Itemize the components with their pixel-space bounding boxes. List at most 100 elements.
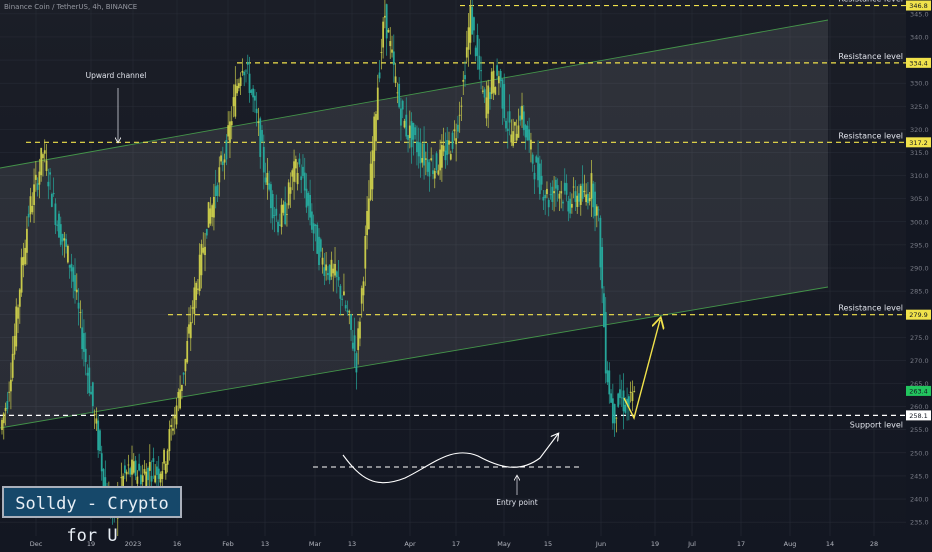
candle-body bbox=[225, 140, 228, 160]
candle-body bbox=[127, 464, 130, 466]
candle-body bbox=[6, 401, 9, 410]
candle-body bbox=[572, 186, 575, 188]
candle-body bbox=[50, 194, 53, 207]
price-tick-label: 245.0 bbox=[910, 472, 929, 480]
candle-body bbox=[86, 372, 89, 376]
time-axis[interactable]: Dec19202316Feb13Mar13Apr17May15Jun19Jul1… bbox=[0, 536, 932, 550]
candle-body bbox=[506, 128, 509, 131]
time-tick-label: Feb bbox=[222, 540, 234, 548]
candle-body bbox=[166, 450, 169, 465]
candle-body bbox=[615, 417, 618, 419]
candle-body bbox=[221, 161, 224, 166]
candle-body bbox=[298, 158, 301, 165]
candle-body bbox=[312, 223, 315, 234]
candle-body bbox=[385, 4, 388, 39]
candle-body bbox=[246, 62, 249, 65]
candle-body bbox=[277, 221, 279, 233]
candle-body bbox=[13, 335, 16, 355]
candle-body bbox=[497, 76, 500, 84]
candle-body bbox=[474, 47, 477, 57]
candle-body bbox=[487, 85, 490, 114]
price-axis[interactable]: USDT 235.0240.0245.0250.0255.0260.0265.0… bbox=[906, 0, 932, 536]
time-tick-label: 16 bbox=[173, 540, 181, 548]
candle-body bbox=[362, 281, 365, 296]
candle-body bbox=[150, 475, 153, 482]
price-tick-label: 290.0 bbox=[910, 265, 929, 273]
candle-body bbox=[328, 264, 331, 281]
candle-body bbox=[120, 477, 123, 479]
candle-body bbox=[138, 463, 141, 471]
candle-body bbox=[211, 205, 214, 218]
candle-body bbox=[22, 256, 25, 266]
candle-body bbox=[528, 129, 531, 141]
candle-body bbox=[570, 203, 573, 208]
candle-body bbox=[576, 195, 579, 208]
candle-body bbox=[604, 312, 607, 374]
candle-body bbox=[15, 306, 18, 347]
candle-body bbox=[20, 257, 23, 293]
level-label: Support level bbox=[850, 420, 903, 429]
candle-body bbox=[339, 285, 342, 299]
candle-body bbox=[430, 158, 433, 161]
candle-body bbox=[391, 49, 393, 53]
candle-body bbox=[424, 158, 427, 160]
candle-body bbox=[585, 194, 588, 203]
candle-body bbox=[400, 108, 402, 126]
candle-body bbox=[341, 298, 344, 300]
candle-body bbox=[202, 247, 205, 253]
candle-body bbox=[268, 183, 271, 190]
candle-body bbox=[97, 420, 100, 451]
candle-body bbox=[293, 161, 295, 182]
candle-body bbox=[65, 238, 68, 247]
candle-body bbox=[560, 191, 563, 194]
candle-body bbox=[282, 204, 285, 213]
candle-body bbox=[207, 202, 210, 228]
candle-body bbox=[72, 267, 75, 282]
candle-body bbox=[499, 70, 502, 82]
candle-body bbox=[407, 135, 409, 140]
candle-body bbox=[275, 208, 278, 216]
price-tick-label: 315.0 bbox=[910, 149, 929, 157]
svg-text:279.9: 279.9 bbox=[909, 311, 928, 319]
time-tick-label: Jun bbox=[595, 540, 606, 548]
candle-body bbox=[47, 181, 50, 187]
candle-body bbox=[132, 461, 135, 473]
candle-body bbox=[310, 211, 313, 230]
candle-body bbox=[540, 175, 543, 185]
candle-body bbox=[553, 191, 555, 194]
candle-body bbox=[439, 149, 442, 171]
candle-body bbox=[38, 171, 41, 185]
candle-body bbox=[314, 224, 317, 226]
candle-body bbox=[141, 475, 144, 482]
price-tick-label: 275.0 bbox=[910, 334, 929, 342]
candle-body bbox=[549, 194, 552, 196]
candle-body bbox=[556, 185, 559, 191]
candle-body bbox=[515, 133, 518, 141]
price-tick-label: 250.0 bbox=[910, 449, 929, 457]
candle-body bbox=[601, 246, 604, 289]
svg-text:317.2: 317.2 bbox=[909, 139, 928, 147]
candle-body bbox=[508, 111, 511, 123]
candle-body bbox=[378, 72, 381, 79]
price-tick-label: 310.0 bbox=[910, 172, 929, 180]
candle-body bbox=[522, 111, 525, 131]
candle-body bbox=[348, 311, 351, 313]
candle-body bbox=[91, 382, 94, 407]
candle-body bbox=[248, 73, 251, 93]
svg-text:334.4: 334.4 bbox=[909, 59, 928, 67]
candle-body bbox=[544, 194, 547, 199]
candle-body bbox=[554, 179, 557, 189]
price-chart[interactable]: Resistance level Resistance level Resistan… bbox=[0, 0, 932, 550]
candle-body bbox=[24, 247, 27, 265]
candle-body bbox=[90, 391, 92, 395]
candle-body bbox=[163, 449, 165, 464]
candle-body bbox=[259, 118, 262, 157]
candle-body bbox=[27, 213, 30, 218]
candle-body bbox=[551, 186, 554, 202]
candle-body bbox=[66, 245, 69, 263]
candle-body bbox=[191, 307, 194, 309]
candle-body bbox=[458, 114, 461, 116]
candle-body bbox=[353, 335, 356, 352]
candle-body bbox=[587, 193, 589, 204]
candle-body bbox=[164, 463, 167, 474]
